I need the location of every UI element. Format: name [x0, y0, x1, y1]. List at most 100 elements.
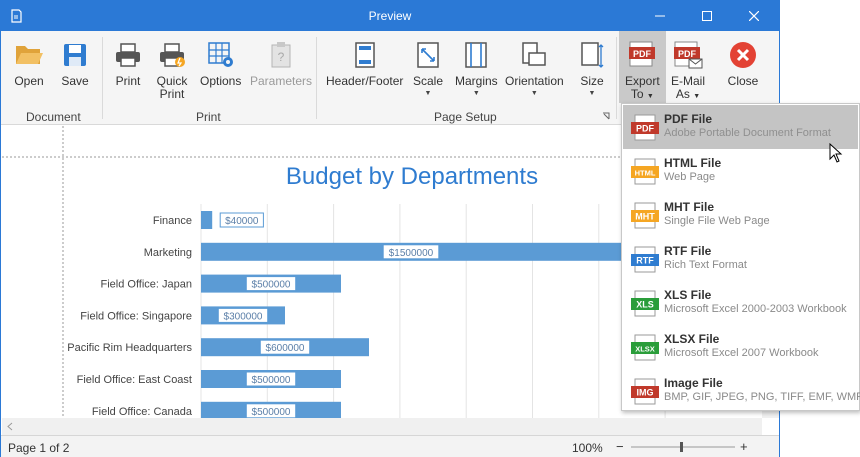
- close-circle-icon: [730, 42, 756, 68]
- zoom-slider[interactable]: [631, 441, 735, 453]
- parameters-button[interactable]: ? Parameters: [250, 39, 312, 88]
- export-item-description: Microsoft Excel 2000-2003 Workbook: [664, 303, 847, 315]
- parameters-icon: ?: [271, 42, 291, 68]
- dropdown-arrow-icon: ▼: [588, 90, 596, 97]
- minimize-button[interactable]: [637, 1, 683, 31]
- dropdown-arrow-icon: ▼: [472, 90, 480, 97]
- maximize-button[interactable]: [684, 1, 730, 31]
- export-menu-item-xlsx[interactable]: XLSX XLSX File Microsoft Excel 2007 Workbo…: [623, 325, 858, 369]
- quick-print-button[interactable]: Quick Print: [156, 39, 188, 101]
- header-footer-button[interactable]: Header/Footer: [326, 39, 403, 88]
- separator: [616, 37, 617, 119]
- folder-open-icon: [16, 46, 43, 64]
- mouse-cursor-icon: [829, 143, 843, 163]
- title-bar: Preview: [1, 1, 779, 31]
- html-file-icon: HTML: [631, 158, 659, 185]
- data-label: $300000: [224, 311, 263, 322]
- orientation-button[interactable]: Orientation ▼: [505, 39, 564, 98]
- svg-text:?: ?: [278, 50, 285, 64]
- svg-text:IMG: IMG: [637, 388, 654, 398]
- orientation-icon: [522, 42, 547, 66]
- export-item-name: Image File: [664, 376, 723, 390]
- close-window-button[interactable]: [731, 1, 777, 31]
- svg-text:RTF: RTF: [636, 256, 654, 266]
- bar: [201, 211, 213, 229]
- mht-file-icon: MHT: [631, 202, 659, 229]
- export-menu-item-rtf[interactable]: RTF RTF File Rich Text Format: [623, 237, 858, 281]
- dropdown-arrow-icon: ▼: [530, 90, 538, 97]
- margins-icon: [465, 42, 488, 68]
- svg-text:PDF: PDF: [636, 124, 655, 134]
- separator: [102, 37, 103, 119]
- category-label: Field Office: Japan: [100, 279, 192, 291]
- options-grid-icon: [207, 42, 233, 67]
- horizontal-scrollbar[interactable]: [2, 418, 762, 435]
- export-item-description: Rich Text Format: [664, 259, 747, 271]
- save-icon: [64, 44, 86, 66]
- data-label: $1500000: [389, 248, 434, 259]
- export-item-description: Adobe Portable Document Format: [664, 127, 831, 139]
- export-menu-item-xls[interactable]: XLS XLS File Microsoft Excel 2000-2003 Wor…: [623, 281, 858, 325]
- export-item-name: XLS File: [664, 288, 712, 302]
- export-to-button[interactable]: PDF Export To ▼: [625, 39, 660, 103]
- data-label: $500000: [252, 375, 291, 386]
- export-menu-item-pdf[interactable]: PDF PDF File Adobe Portable Document Forma…: [623, 105, 858, 149]
- header-footer-icon: [354, 42, 375, 68]
- page-indicator: Page 1 of 2: [8, 441, 70, 455]
- rtf-file-icon: RTF: [631, 246, 659, 273]
- minimize-icon: [655, 15, 665, 17]
- group-label-page-setup: Page Setup: [434, 110, 497, 124]
- dropdown-arrow-icon: ▼: [424, 90, 432, 97]
- dialog-launcher-icon[interactable]: [602, 112, 610, 120]
- page-size-icon: [581, 42, 604, 68]
- close-icon: [749, 11, 759, 21]
- category-label: Field Office: East Coast: [77, 374, 192, 386]
- scale-button[interactable]: Scale ▼: [412, 39, 444, 98]
- export-item-description: BMP, GIF, JPEG, PNG, TIFF, EMF, WMF: [664, 391, 860, 403]
- data-label: $500000: [252, 280, 291, 291]
- img-file-icon: IMG: [631, 378, 659, 405]
- export-item-name: XLSX File: [664, 332, 720, 346]
- svg-text:XLS: XLS: [636, 300, 654, 310]
- xls-file-icon: XLS: [631, 290, 659, 317]
- quick-print-icon: [160, 43, 185, 67]
- size-button[interactable]: Size ▼: [576, 39, 608, 98]
- category-label: Marketing: [144, 247, 192, 259]
- export-item-description: Microsoft Excel 2007 Workbook: [664, 347, 819, 359]
- export-item-name: PDF File: [664, 112, 713, 126]
- export-item-description: Single File Web Page: [664, 215, 770, 227]
- svg-text:MHT: MHT: [635, 212, 655, 222]
- printer-icon: [116, 43, 140, 67]
- print-button[interactable]: Print: [112, 39, 144, 88]
- dropdown-arrow-icon: ▼: [693, 93, 701, 100]
- category-label: Field Office: Canada: [92, 406, 193, 418]
- export-menu-item-html[interactable]: HTML HTML File Web Page: [623, 149, 858, 193]
- zoom-slider-thumb[interactable]: [680, 442, 683, 452]
- export-item-name: HTML File: [664, 156, 722, 170]
- email-as-button[interactable]: PDF E-Mail As ▼: [671, 39, 705, 103]
- zoom-out-button[interactable]: −: [616, 439, 624, 454]
- pdf-file-icon: PDF: [631, 114, 659, 141]
- margins-button[interactable]: Margins ▼: [455, 39, 498, 98]
- category-label: Field Office: Singapore: [80, 310, 192, 322]
- scroll-left-icon[interactable]: [6, 422, 14, 431]
- zoom-level: 100%: [572, 441, 603, 455]
- scale-icon: [417, 42, 439, 68]
- svg-text:PDF: PDF: [633, 49, 652, 59]
- export-item-name: MHT File: [664, 200, 714, 214]
- export-to-menu: PDF PDF File Adobe Portable Document Forma…: [621, 103, 860, 411]
- dropdown-arrow-icon: ▼: [646, 93, 654, 100]
- separator: [316, 37, 317, 119]
- export-menu-item-img[interactable]: IMG Image File BMP, GIF, JPEG, PNG, TIFF, …: [623, 369, 860, 413]
- xlsx-file-icon: XLSX: [631, 334, 659, 361]
- close-preview-button[interactable]: Close: [727, 39, 759, 88]
- export-item-name: RTF File: [664, 244, 712, 258]
- svg-text:HTML: HTML: [635, 169, 656, 178]
- export-menu-item-mht[interactable]: MHT MHT File Single File Web Page: [623, 193, 858, 237]
- maximize-icon: [702, 11, 712, 21]
- save-button[interactable]: Save: [59, 39, 91, 88]
- open-button[interactable]: Open: [13, 39, 45, 88]
- data-label: $600000: [266, 343, 305, 354]
- zoom-in-button[interactable]: +: [740, 439, 748, 454]
- options-button[interactable]: Options: [200, 39, 241, 88]
